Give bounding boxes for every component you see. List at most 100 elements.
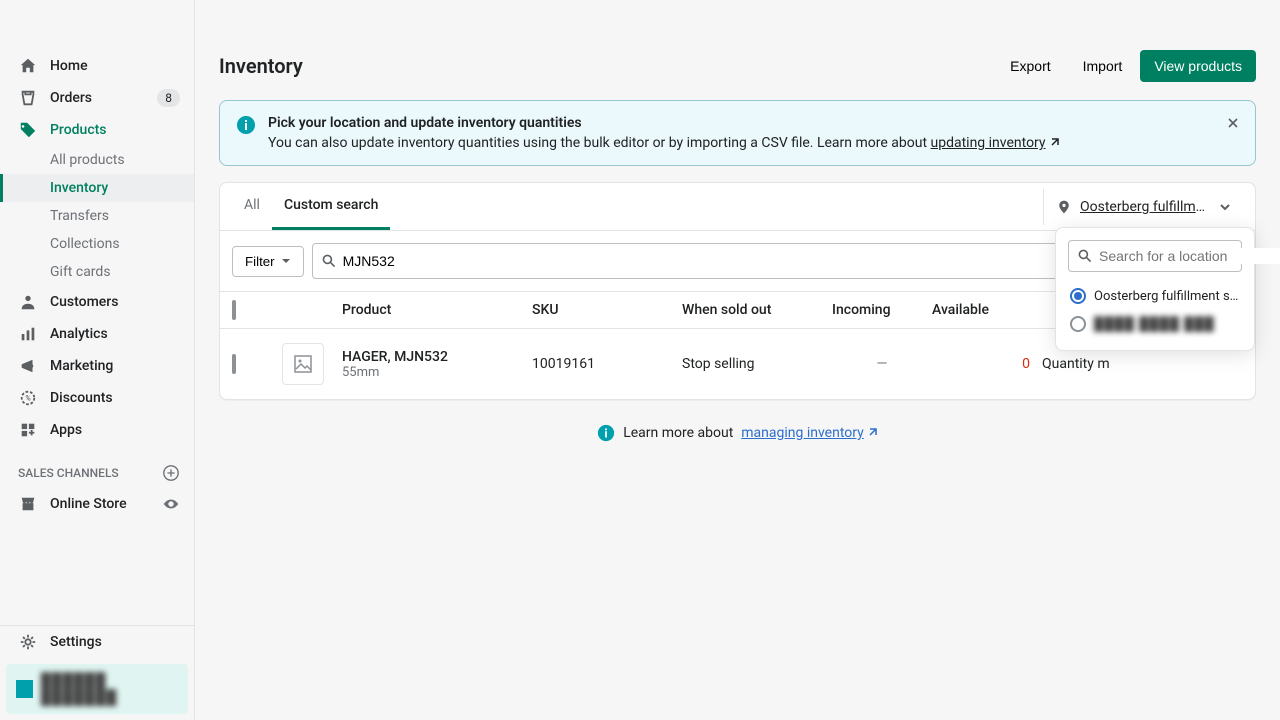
product-search[interactable] [312, 243, 1135, 279]
info-icon [597, 424, 615, 442]
page-header: Inventory Export Import View products [219, 50, 1256, 82]
export-button[interactable]: Export [996, 50, 1064, 82]
page-actions: Export Import View products [996, 50, 1256, 82]
footer-hint-text: Learn more about [623, 425, 733, 441]
sidebar-item-analytics[interactable]: Analytics [0, 318, 194, 350]
filter-button[interactable]: Filter [232, 246, 304, 277]
sidebar-item-settings[interactable]: Settings [0, 626, 194, 658]
tabs-row: All Custom search Oosterberg fulfillment… [220, 183, 1255, 231]
sidebar-item-collections[interactable]: Collections [0, 230, 194, 258]
search-icon [321, 253, 337, 269]
banner-link[interactable]: updating inventory [931, 135, 1060, 151]
sidebar-item-label: Marketing [50, 358, 113, 374]
search-icon [1077, 248, 1093, 264]
sidebar-item-label: Settings [50, 634, 102, 650]
store-switcher[interactable]: ██████ ███████ [6, 664, 188, 714]
sidebar-item-home[interactable]: Home [0, 50, 194, 82]
footer-hint: Learn more about managing inventory [219, 400, 1256, 466]
sidebar-item-label: Customers [50, 294, 118, 310]
sidebar: Home Orders 8 Products All products Inve… [0, 0, 195, 720]
location-option-0[interactable]: Oosterberg fulfillment service [1068, 282, 1242, 310]
analytics-icon [18, 324, 38, 344]
product-thumbnail [282, 343, 324, 385]
tab-custom-search[interactable]: Custom search [272, 183, 390, 230]
sku-cell: 10019161 [532, 356, 682, 372]
svg-text:%: % [25, 394, 30, 403]
external-link-icon [1048, 137, 1060, 149]
sidebar-item-inventory[interactable]: Inventory [0, 174, 194, 202]
primary-nav: Home Orders 8 Products All products Inve… [0, 50, 194, 625]
sidebar-item-transfers[interactable]: Transfers [0, 202, 194, 230]
sidebar-item-online-store[interactable]: Online Store [0, 488, 194, 520]
location-label: Oosterberg fulfillment … [1080, 199, 1211, 215]
view-products-button[interactable]: View products [1140, 50, 1256, 82]
sidebar-item-marketing[interactable]: Marketing [0, 350, 194, 382]
orders-icon [18, 88, 38, 108]
section-title-label: SALES CHANNELS [18, 466, 119, 480]
col-when-sold-out: When sold out [682, 302, 832, 318]
caret-down-icon [281, 256, 291, 266]
product-search-input[interactable] [337, 253, 1126, 269]
inventory-card: All Custom search Oosterberg fulfillment… [219, 182, 1256, 400]
sidebar-item-label: Products [50, 122, 107, 138]
chevron-down-icon [1219, 201, 1231, 213]
sidebar-item-orders[interactable]: Orders 8 [0, 82, 194, 114]
location-search[interactable] [1068, 240, 1242, 272]
sales-channels-heading: SALES CHANNELS [0, 446, 194, 488]
sidebar-item-apps[interactable]: Apps [0, 414, 194, 446]
radio-icon [1070, 288, 1086, 304]
sidebar-item-label: Online Store [50, 496, 127, 512]
add-channel-icon[interactable] [162, 464, 180, 482]
orders-badge: 8 [157, 89, 180, 107]
location-pin-icon [1056, 199, 1072, 215]
col-incoming: Incoming [832, 302, 932, 318]
incoming-cell: — [832, 356, 932, 372]
row-checkbox[interactable] [232, 354, 236, 374]
sidebar-footer: Settings ██████ ███████ [0, 625, 194, 720]
banner-close-icon[interactable] [1221, 111, 1245, 135]
when-sold-out-cell: Stop selling [682, 356, 832, 372]
sidebar-item-products[interactable]: Products [0, 114, 194, 146]
sidebar-item-label: Analytics [50, 326, 108, 342]
info-banner: Pick your location and update inventory … [219, 100, 1256, 166]
col-sku: SKU [532, 302, 682, 318]
available-cell: 0 [932, 356, 1042, 372]
tab-all[interactable]: All [232, 183, 272, 230]
store-icon [18, 494, 38, 514]
sidebar-item-gift-cards[interactable]: Gift cards [0, 258, 194, 286]
sidebar-item-label: Home [50, 58, 88, 74]
products-subnav: All products Inventory Transfers Collect… [0, 146, 194, 286]
banner-content: Pick your location and update inventory … [268, 115, 1060, 151]
location-selector[interactable]: Oosterberg fulfillment … [1043, 189, 1243, 225]
discounts-icon: % [18, 388, 38, 408]
product-name: HAGER, MJN532 [342, 349, 532, 365]
location-search-input[interactable] [1093, 248, 1280, 264]
banner-body: You can also update inventory quantities… [268, 135, 1060, 151]
view-store-icon[interactable] [162, 495, 180, 513]
sidebar-item-label: Orders [50, 90, 92, 106]
quantity-message: Quantity m [1042, 356, 1243, 372]
product-variant: 55mm [342, 365, 532, 380]
location-option-1[interactable]: ████ ████ ███ [1068, 310, 1242, 338]
sidebar-item-customers[interactable]: Customers [0, 286, 194, 318]
col-product: Product [342, 302, 532, 318]
col-available: Available [932, 302, 1042, 318]
sidebar-item-all-products[interactable]: All products [0, 146, 194, 174]
import-button[interactable]: Import [1069, 50, 1137, 82]
banner-title: Pick your location and update inventory … [268, 115, 1060, 131]
external-link-icon [866, 427, 878, 439]
settings-icon [18, 632, 38, 652]
sidebar-item-label: Discounts [50, 390, 113, 406]
customers-icon [18, 292, 38, 312]
footer-hint-link[interactable]: managing inventory [741, 425, 877, 441]
home-icon [18, 56, 38, 76]
location-option-label: ████ ████ ███ [1094, 316, 1215, 332]
location-popover: Oosterberg fulfillment service ████ ████… [1055, 227, 1255, 351]
image-placeholder-icon [293, 354, 313, 374]
sidebar-item-discounts[interactable]: % Discounts [0, 382, 194, 414]
store-logo [16, 680, 33, 698]
banner-link-text: updating inventory [931, 135, 1046, 151]
radio-icon [1070, 316, 1086, 332]
info-icon [236, 115, 256, 135]
select-all-checkbox[interactable] [232, 300, 236, 320]
